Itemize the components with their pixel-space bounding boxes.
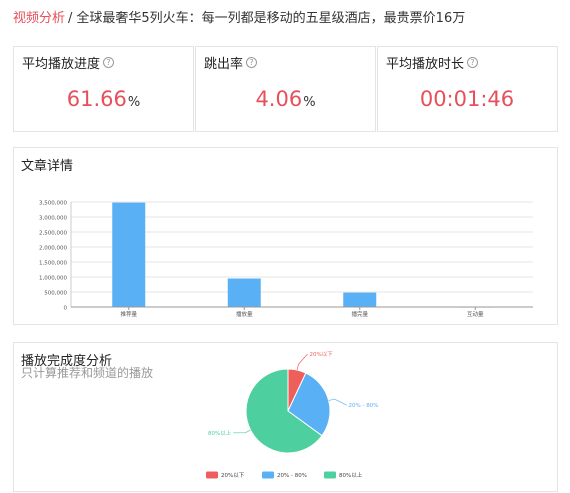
- x-tick-label: 互动量: [467, 311, 484, 318]
- pie-leader-line: [296, 353, 308, 371]
- y-tick-label: 1,500,000: [39, 261, 67, 267]
- article-details-panel: 文章详情 0 500,000 1,000,000 1,500,000 2,000,000…: [13, 147, 558, 325]
- bar-chart: 0 500,000 1,000,000 1,500,000 2,000,000 2,500…: [39, 201, 533, 318]
- pie-leader-line: [328, 398, 347, 406]
- x-tick-label: 推荐量: [120, 310, 137, 318]
- x-tick-label: 播放量: [236, 310, 253, 318]
- help-icon[interactable]: ?: [246, 57, 258, 68]
- y-tick-label: 2,000,000: [39, 246, 67, 252]
- stat-label: 平均播放时长: [386, 57, 465, 72]
- stat-value: 4.06%: [196, 87, 375, 111]
- stat-value: 61.66%: [14, 87, 193, 111]
- bar: [343, 292, 377, 307]
- help-icon[interactable]: ?: [467, 57, 479, 68]
- bar: [227, 278, 261, 307]
- stat-label-row: 平均播放进度 ?: [22, 53, 115, 72]
- y-tick-label: 2,500,000: [39, 231, 67, 237]
- stat-card-bounce-rate: 跳出率 ? 4.06%: [195, 46, 376, 132]
- legend-label: 20%以下: [221, 472, 245, 479]
- stat-label: 跳出率: [204, 57, 244, 72]
- bar: [112, 202, 146, 307]
- stat-card-avg-progress: 平均播放进度 ? 61.66%: [13, 46, 194, 132]
- stat-label-row: 跳出率 ?: [204, 53, 258, 72]
- legend-label: 20% - 80%: [277, 473, 307, 479]
- y-tick-label: 3,500,000: [39, 201, 67, 207]
- stat-unit: %: [303, 95, 316, 110]
- y-tick-label: 3,000,000: [39, 216, 67, 222]
- page-title: 全球最奢华5列火车：每一列都是移动的五星级酒店，最贵票价16万: [76, 11, 466, 26]
- stat-number: 4.06: [255, 87, 303, 111]
- breadcrumb: 视频分析 / 全球最奢华5列火车：每一列都是移动的五星级酒店，最贵票价16万: [13, 9, 465, 29]
- stat-unit: %: [127, 95, 141, 110]
- y-tick-label: 1,000,000: [39, 276, 67, 282]
- pie-chart: 20%以下 20% - 80% 80%以上 20%以下 20% - 80% 80%以上: [206, 351, 378, 479]
- pie-label: 20%以下: [309, 351, 333, 358]
- breadcrumb-root-link[interactable]: 视频分析: [13, 11, 65, 26]
- pie-label: 20% - 80%: [348, 403, 378, 409]
- y-tick-label: 0: [64, 306, 68, 312]
- stat-number: 61.66: [66, 87, 127, 111]
- stat-label-row: 平均播放时长 ?: [386, 53, 479, 72]
- pie-label: 80%以上: [208, 429, 232, 437]
- help-icon[interactable]: ?: [103, 57, 115, 68]
- legend-swatch: [206, 471, 218, 479]
- stat-card-avg-duration: 平均播放时长 ? 00:01:46: [377, 46, 558, 132]
- legend-label: 80%以上: [339, 471, 363, 479]
- breadcrumb-separator: /: [68, 11, 73, 26]
- pie-leader-line: [233, 429, 251, 434]
- stat-label: 平均播放进度: [22, 57, 101, 72]
- stat-value: 00:01:46: [378, 87, 557, 111]
- y-tick-label: 500,000: [44, 291, 67, 297]
- x-tick-label: 播完量: [351, 310, 368, 318]
- legend-swatch: [324, 471, 336, 479]
- completion-analysis-panel: 播放完成度分析 只计算推荐和频道的播放 20%以下 20% - 80% 80%以上 2…: [13, 342, 558, 492]
- legend-swatch: [262, 471, 274, 479]
- stat-number: 00:01:46: [419, 87, 515, 111]
